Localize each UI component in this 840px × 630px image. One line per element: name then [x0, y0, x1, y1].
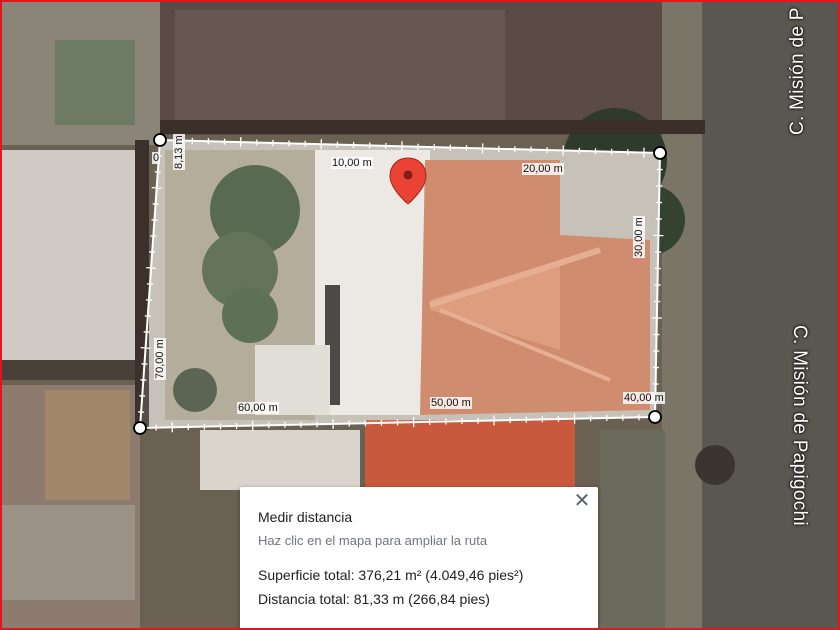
panel-hint: Haz clic en el mapa para ampliar la ruta — [258, 533, 488, 548]
block-top-roof — [175, 10, 505, 120]
segment-label: 60,00 m — [237, 402, 279, 414]
yard-bottom-left — [0, 505, 135, 600]
roof-white-bottom — [200, 430, 360, 490]
measure-distance-panel: Medir distancia Haz clic en el mapa para… — [240, 487, 598, 630]
measure-vertex[interactable] — [133, 421, 147, 435]
total-distance: Distancia total: 81,33 m (266,84 pies) — [258, 591, 490, 607]
measure-vertex[interactable] — [648, 410, 662, 424]
street-label: C. Misión de Papigochi — [789, 325, 810, 526]
parked-car — [695, 445, 735, 485]
panel-title: Medir distancia — [258, 509, 353, 525]
map-viewport[interactable]: C. Misión de P C. Misión de Papigochi 8,… — [0, 0, 840, 630]
street-label: C. Misión de P — [787, 7, 808, 135]
roof-bottom-left — [45, 390, 130, 500]
measure-tick — [140, 347, 151, 349]
segment-label: 30,00 m — [633, 216, 645, 258]
segment-label: 40,00 m — [623, 392, 665, 404]
roof-orange-bottom — [365, 420, 575, 490]
segment-label: 8,13 m — [173, 134, 185, 170]
pool-top-left — [55, 40, 135, 125]
roof-left-white — [0, 150, 140, 360]
segment-label: 70,00 m — [154, 338, 166, 380]
segment-label: 10,00 m — [331, 157, 373, 169]
roof-dark-bottom — [600, 430, 665, 630]
segment-label: 0 — [152, 152, 161, 164]
segment-label: 20,00 m — [522, 163, 564, 175]
segment-label: 50,00 m — [430, 397, 472, 409]
measure-tick — [151, 187, 162, 189]
close-icon[interactable]: ✕ — [570, 489, 594, 513]
street — [700, 0, 840, 630]
measure-vertex[interactable] — [653, 146, 667, 160]
roof-left-strip — [0, 360, 140, 380]
measure-tick — [146, 267, 157, 269]
total-area: Superficie total: 376,21 m² (4.049,46 pi… — [258, 567, 524, 583]
sidewalk — [662, 0, 702, 630]
measure-vertex[interactable] — [153, 133, 167, 147]
wall — [160, 120, 705, 134]
